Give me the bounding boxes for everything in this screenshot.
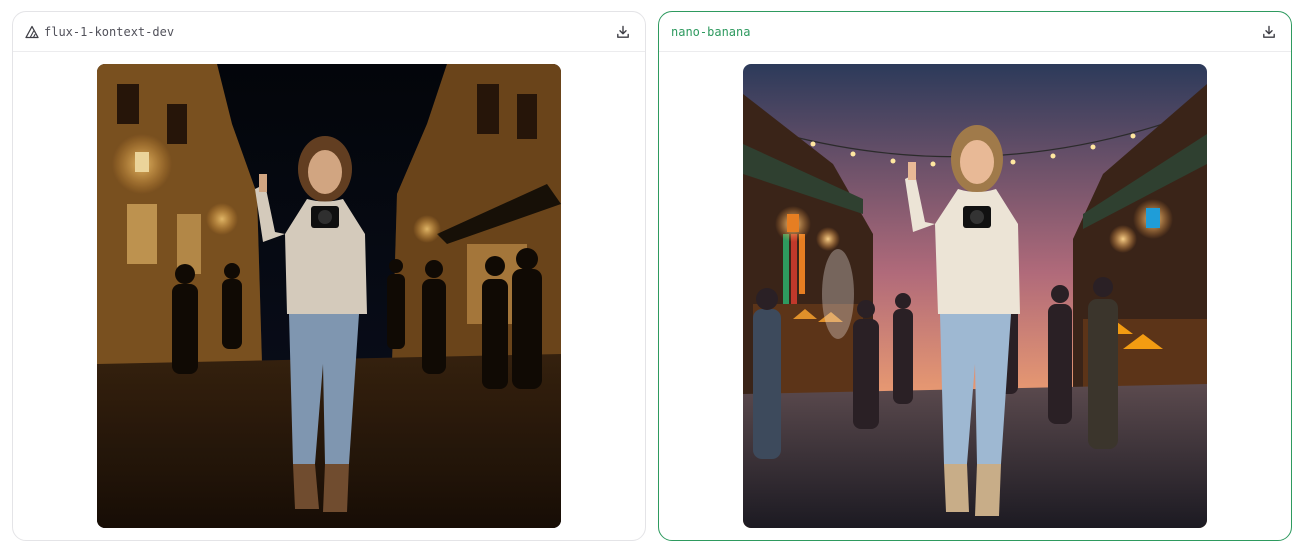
triangle-logo-icon bbox=[25, 25, 39, 39]
generated-image[interactable] bbox=[743, 64, 1207, 528]
download-button[interactable] bbox=[615, 24, 631, 40]
result-card-flux: flux-1-kontext-dev bbox=[12, 11, 646, 541]
download-icon bbox=[1263, 25, 1275, 38]
generated-image[interactable] bbox=[97, 64, 561, 528]
card-header: nano-banana bbox=[659, 12, 1291, 52]
card-header: flux-1-kontext-dev bbox=[13, 12, 645, 52]
model-name: flux-1-kontext-dev bbox=[44, 24, 175, 39]
model-name: nano-banana bbox=[671, 24, 751, 39]
download-icon bbox=[617, 25, 629, 38]
model-label: flux-1-kontext-dev bbox=[25, 25, 174, 39]
market-photo bbox=[743, 64, 1207, 528]
street-photo bbox=[97, 64, 561, 528]
result-card-nano-banana: nano-banana bbox=[658, 11, 1292, 541]
model-label: nano-banana bbox=[671, 25, 750, 39]
download-button[interactable] bbox=[1261, 24, 1277, 40]
